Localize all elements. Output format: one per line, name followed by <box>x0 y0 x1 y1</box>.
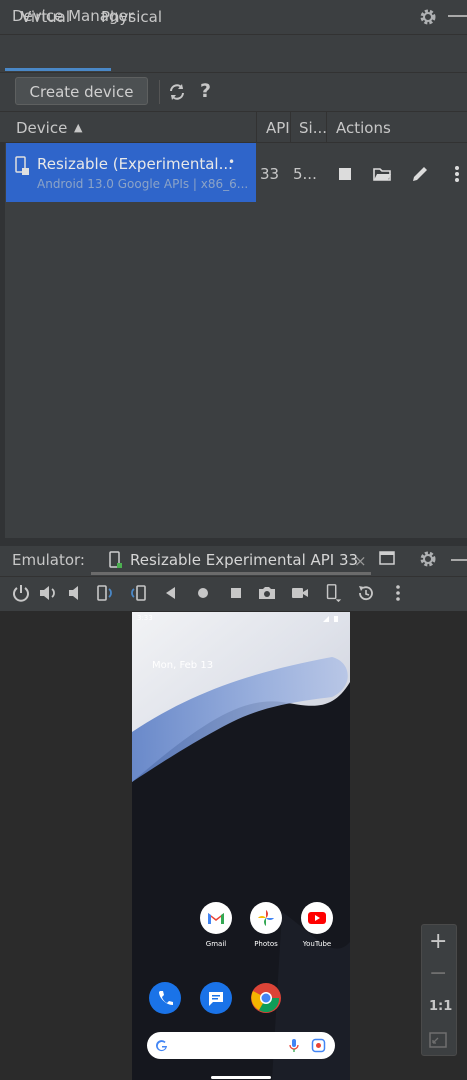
phone-device-icon <box>109 551 122 568</box>
rotate-right-icon[interactable] <box>128 583 148 603</box>
google-search-bar[interactable] <box>147 1032 335 1059</box>
lens-icon[interactable] <box>311 1038 326 1053</box>
volume-down-icon[interactable] <box>66 583 86 603</box>
app-label: Photos <box>254 940 278 948</box>
google-logo-icon <box>156 1040 167 1052</box>
phone-device-icon <box>15 156 29 175</box>
app-label: YouTube <box>302 940 332 948</box>
youtube-app-icon[interactable] <box>301 902 333 934</box>
column-divider[interactable] <box>326 112 327 142</box>
create-device-button[interactable]: Create device <box>15 77 148 105</box>
date-widget: Mon, Feb 13 <box>152 660 214 671</box>
minimize-icon[interactable] <box>448 15 467 17</box>
restore-window-icon[interactable] <box>379 551 395 565</box>
device-details: Android 13.0 Google APIs | x86_6... <box>37 177 249 191</box>
power-icon[interactable] <box>11 583 31 603</box>
overview-icon[interactable] <box>226 583 246 603</box>
minimize-icon[interactable] <box>451 559 467 561</box>
zoom-out-button[interactable]: − <box>429 961 447 986</box>
active-tab-indicator <box>5 68 111 71</box>
column-divider[interactable] <box>290 112 291 142</box>
gear-icon[interactable] <box>418 549 438 569</box>
edit-icon[interactable] <box>410 164 430 184</box>
more-icon[interactable] <box>447 164 467 184</box>
column-actions: Actions <box>336 119 391 137</box>
tab-virtual[interactable]: Virtual <box>21 8 70 26</box>
rotate-left-icon[interactable] <box>95 583 115 603</box>
status-bar-time: 3:33 <box>137 614 153 622</box>
fit-screen-icon[interactable] <box>428 1031 448 1049</box>
toolbar-separator <box>159 80 160 104</box>
panel-edge <box>0 143 5 543</box>
table-row-cells[interactable] <box>256 143 467 202</box>
tab-physical[interactable]: Physical <box>101 8 162 26</box>
splitter[interactable] <box>0 538 467 546</box>
emulator-label: Emulator: <box>12 551 85 569</box>
snapshot-icon[interactable] <box>356 583 376 603</box>
running-indicator: • <box>228 155 236 169</box>
emulator-tab-title: Resizable Experimental API 33 <box>130 551 359 569</box>
device-size: 5... <box>293 165 317 183</box>
back-icon[interactable] <box>161 583 181 603</box>
status-icons <box>323 616 338 622</box>
device-name: Resizable (Experimental... <box>37 155 233 173</box>
gear-icon[interactable] <box>418 7 438 27</box>
more-icon[interactable] <box>388 583 408 603</box>
photos-app-icon[interactable] <box>250 902 282 934</box>
column-device[interactable]: Device <box>16 119 67 137</box>
microphone-icon[interactable] <box>289 1038 299 1053</box>
chrome-app-icon[interactable] <box>250 982 282 1014</box>
active-tab-indicator <box>91 572 371 575</box>
record-icon[interactable] <box>290 583 310 603</box>
zoom-in-button[interactable]: + <box>429 929 447 954</box>
folder-icon[interactable] <box>372 164 392 184</box>
table-header <box>0 112 467 143</box>
refresh-icon[interactable] <box>167 82 187 102</box>
stop-icon[interactable] <box>335 164 355 184</box>
phone-app-icon[interactable] <box>149 982 181 1014</box>
messages-app-icon[interactable] <box>200 982 232 1014</box>
column-api[interactable]: API <box>266 119 290 137</box>
column-size[interactable]: Si... <box>299 119 327 137</box>
volume-up-icon[interactable] <box>38 583 58 603</box>
home-icon[interactable] <box>193 583 213 603</box>
device-posture-icon[interactable] <box>323 583 343 603</box>
sort-ascending-icon: ▲ <box>74 121 83 134</box>
column-divider[interactable] <box>256 112 257 142</box>
gesture-handle[interactable] <box>211 1076 271 1079</box>
gmail-app-icon[interactable] <box>200 902 232 934</box>
device-screen[interactable]: 3:33 Mon, Feb 13 Gmail Photos YouTube <box>132 612 350 1080</box>
api-level: 33 <box>260 165 280 183</box>
screenshot-icon[interactable] <box>257 583 277 603</box>
close-icon[interactable]: × <box>354 552 367 570</box>
help-icon[interactable]: ? <box>200 80 211 102</box>
app-label: Gmail <box>205 940 227 948</box>
zoom-actual-size-button[interactable]: 1:1 <box>429 999 452 1014</box>
